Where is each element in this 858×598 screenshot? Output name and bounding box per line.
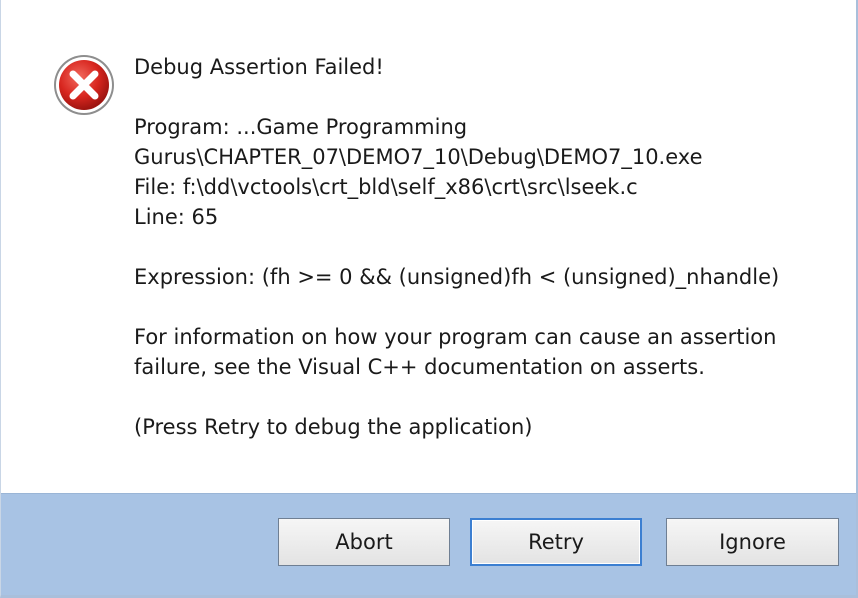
error-icon [53, 54, 115, 116]
retry-button[interactable]: Retry [470, 518, 642, 566]
program-path-line: Gurus\CHAPTER_07\DEMO7_10\Debug\DEMO7_10… [134, 145, 703, 169]
button-bar: Abort Retry Ignore [1, 493, 856, 595]
info-line: failure, see the Visual C++ documentatio… [134, 355, 705, 379]
assertion-dialog: Debug Assertion Failed! Program: ...Game… [0, 0, 858, 598]
message-area: Debug Assertion Failed! Program: ...Game… [1, 0, 856, 493]
line-number-line: Line: 65 [134, 205, 219, 229]
program-line: Program: ...Game Programming [134, 115, 468, 139]
abort-button[interactable]: Abort [278, 518, 450, 566]
ignore-button[interactable]: Ignore [666, 518, 839, 566]
assertion-message: Debug Assertion Failed! Program: ...Game… [134, 52, 834, 442]
expression-line: Expression: (fh >= 0 && (unsigned)fh < (… [134, 265, 780, 289]
press-retry-hint: (Press Retry to debug the application) [134, 415, 533, 439]
file-line: File: f:\dd\vctools\crt_bld\self_x86\crt… [134, 175, 638, 199]
info-line: For information on how your program can … [134, 325, 777, 349]
dialog-heading: Debug Assertion Failed! [134, 55, 384, 79]
